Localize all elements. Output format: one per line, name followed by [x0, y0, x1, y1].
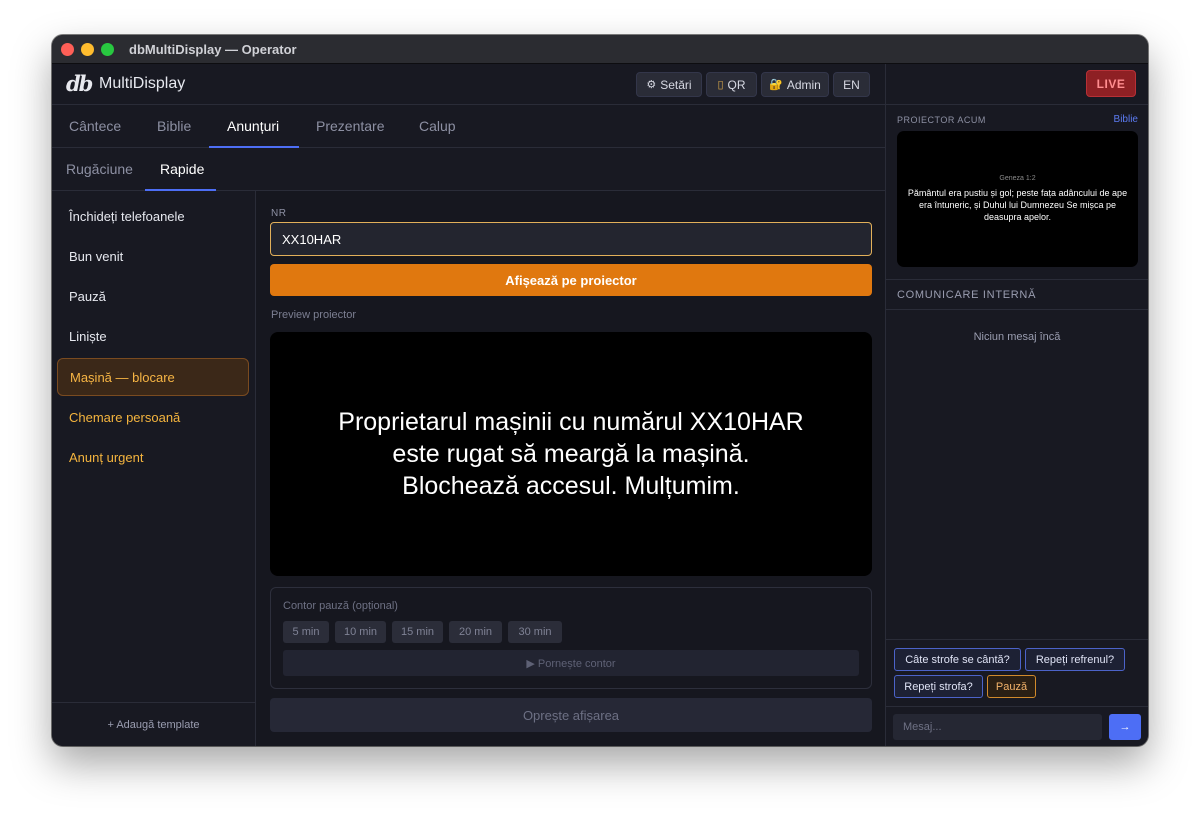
pause-timer-panel: Contor pauză (opțional) 5 min 10 min 15 …: [270, 587, 872, 689]
send-message-button[interactable]: →: [1109, 714, 1141, 740]
internal-comm-label: COMUNICARE INTERNĂ: [897, 289, 1037, 301]
admin-button[interactable]: 🔐 Admin: [761, 72, 829, 97]
app-logo: db: [66, 71, 93, 96]
template-item[interactable]: Liniște: [57, 317, 249, 355]
timer-label: Contor pauză (opțional): [283, 600, 398, 612]
preview-label: Preview proiector: [271, 309, 356, 321]
phone-icon: ▯: [717, 79, 724, 91]
app-window: dbMultiDisplay — Operator db MultiDispla…: [52, 35, 1148, 746]
show-on-projector-button[interactable]: Afișează pe proiector: [270, 264, 872, 296]
qr-button[interactable]: ▯ QR: [706, 72, 757, 97]
window-title: dbMultiDisplay — Operator: [129, 42, 297, 57]
template-sidebar: Închideți telefoanele Bun venit Pauză Li…: [52, 191, 256, 746]
right-panel: PROIECTOR ACUM Biblie Geneza 1:2 Pământu…: [886, 105, 1148, 746]
close-window-button[interactable]: [61, 43, 74, 56]
subtab-rugaciune[interactable]: Rugăciune: [66, 161, 133, 177]
nr-input[interactable]: [270, 222, 872, 256]
message-input[interactable]: [893, 714, 1102, 740]
no-messages-text: Niciun mesaj încă: [973, 331, 1061, 343]
projector-preview: Proprietarul mașinii cu numărul XX10HAR …: [270, 332, 872, 576]
start-timer-button[interactable]: ▶ Pornește contor: [283, 650, 859, 676]
tab-biblie[interactable]: Biblie: [157, 118, 191, 134]
arrow-right-icon: →: [1119, 721, 1131, 733]
template-item[interactable]: Pauză: [57, 277, 249, 315]
sub-tabs: Rugăciune Rapide: [52, 148, 885, 191]
tab-calup[interactable]: Calup: [419, 118, 456, 134]
settings-button[interactable]: ⚙ Setări: [636, 72, 702, 97]
tab-cantece[interactable]: Cântece: [69, 118, 121, 134]
quick-message-button[interactable]: Repeți refrenul?: [1025, 648, 1125, 671]
preview-text: Proprietarul mașinii cu numărul XX10HAR …: [338, 408, 804, 500]
lock-icon: 🔐: [769, 79, 783, 91]
verse-reference: Geneza 1:2: [999, 175, 1036, 182]
tab-anunturi[interactable]: Anunțuri: [227, 118, 279, 134]
live-button[interactable]: LIVE: [1086, 70, 1136, 97]
qr-label: QR: [727, 77, 746, 92]
projector-source: Biblie: [1113, 114, 1138, 125]
projector-now-label: PROIECTOR ACUM: [897, 115, 986, 125]
quick-message-button[interactable]: Câte strofe se cântă?: [894, 648, 1021, 671]
right-panel-header: LIVE: [886, 64, 1148, 105]
template-item[interactable]: Bun venit: [57, 237, 249, 275]
app-name: MultiDisplay: [99, 75, 186, 92]
template-item-selected[interactable]: Mașină — blocare: [57, 358, 249, 396]
quick-message-button[interactable]: Repeți strofa?: [894, 675, 983, 698]
tab-prezentare[interactable]: Prezentare: [316, 118, 384, 134]
template-item[interactable]: Închideți telefoanele: [57, 197, 249, 235]
verse-text: Pământul era pustiu și gol; peste fața a…: [907, 188, 1128, 222]
timer-option[interactable]: 5 min: [283, 621, 329, 643]
template-item[interactable]: Chemare persoană: [57, 398, 249, 436]
quick-messages: Câte strofe se cântă? Repeți refrenul? R…: [886, 639, 1148, 706]
internal-comm-header: COMUNICARE INTERNĂ: [886, 279, 1148, 310]
timer-option[interactable]: 20 min: [449, 621, 502, 643]
zoom-window-button[interactable]: [101, 43, 114, 56]
main-tabs: Cântece Biblie Anunțuri Prezentare Calup: [52, 105, 885, 148]
gear-icon: ⚙: [646, 79, 657, 91]
projector-now-screen: Geneza 1:2 Pământul era pustiu și gol; p…: [897, 131, 1138, 267]
minimize-window-button[interactable]: [81, 43, 94, 56]
settings-label: Setări: [660, 77, 692, 92]
template-item[interactable]: Anunț urgent: [57, 438, 249, 476]
add-template-button[interactable]: + Adaugă template: [52, 702, 255, 746]
language-button[interactable]: EN: [833, 72, 870, 97]
timer-option[interactable]: 15 min: [392, 621, 443, 643]
main-content: NR Afișează pe proiector Preview proiect…: [257, 191, 885, 746]
message-compose: →: [886, 706, 1148, 746]
app-header: db MultiDisplay ⚙ Setări ▯ QR 🔐 Admin EN: [52, 64, 885, 105]
stop-display-button[interactable]: Oprește afișarea: [270, 698, 872, 732]
language-label: EN: [843, 77, 860, 92]
admin-label: Admin: [786, 77, 821, 92]
timer-option[interactable]: 10 min: [335, 621, 386, 643]
title-bar: dbMultiDisplay — Operator: [52, 35, 1148, 64]
quick-message-button-pause[interactable]: Pauză: [987, 675, 1036, 698]
subtab-rapide[interactable]: Rapide: [160, 161, 204, 177]
nr-label: NR: [271, 208, 287, 219]
timer-option[interactable]: 30 min: [508, 621, 562, 643]
